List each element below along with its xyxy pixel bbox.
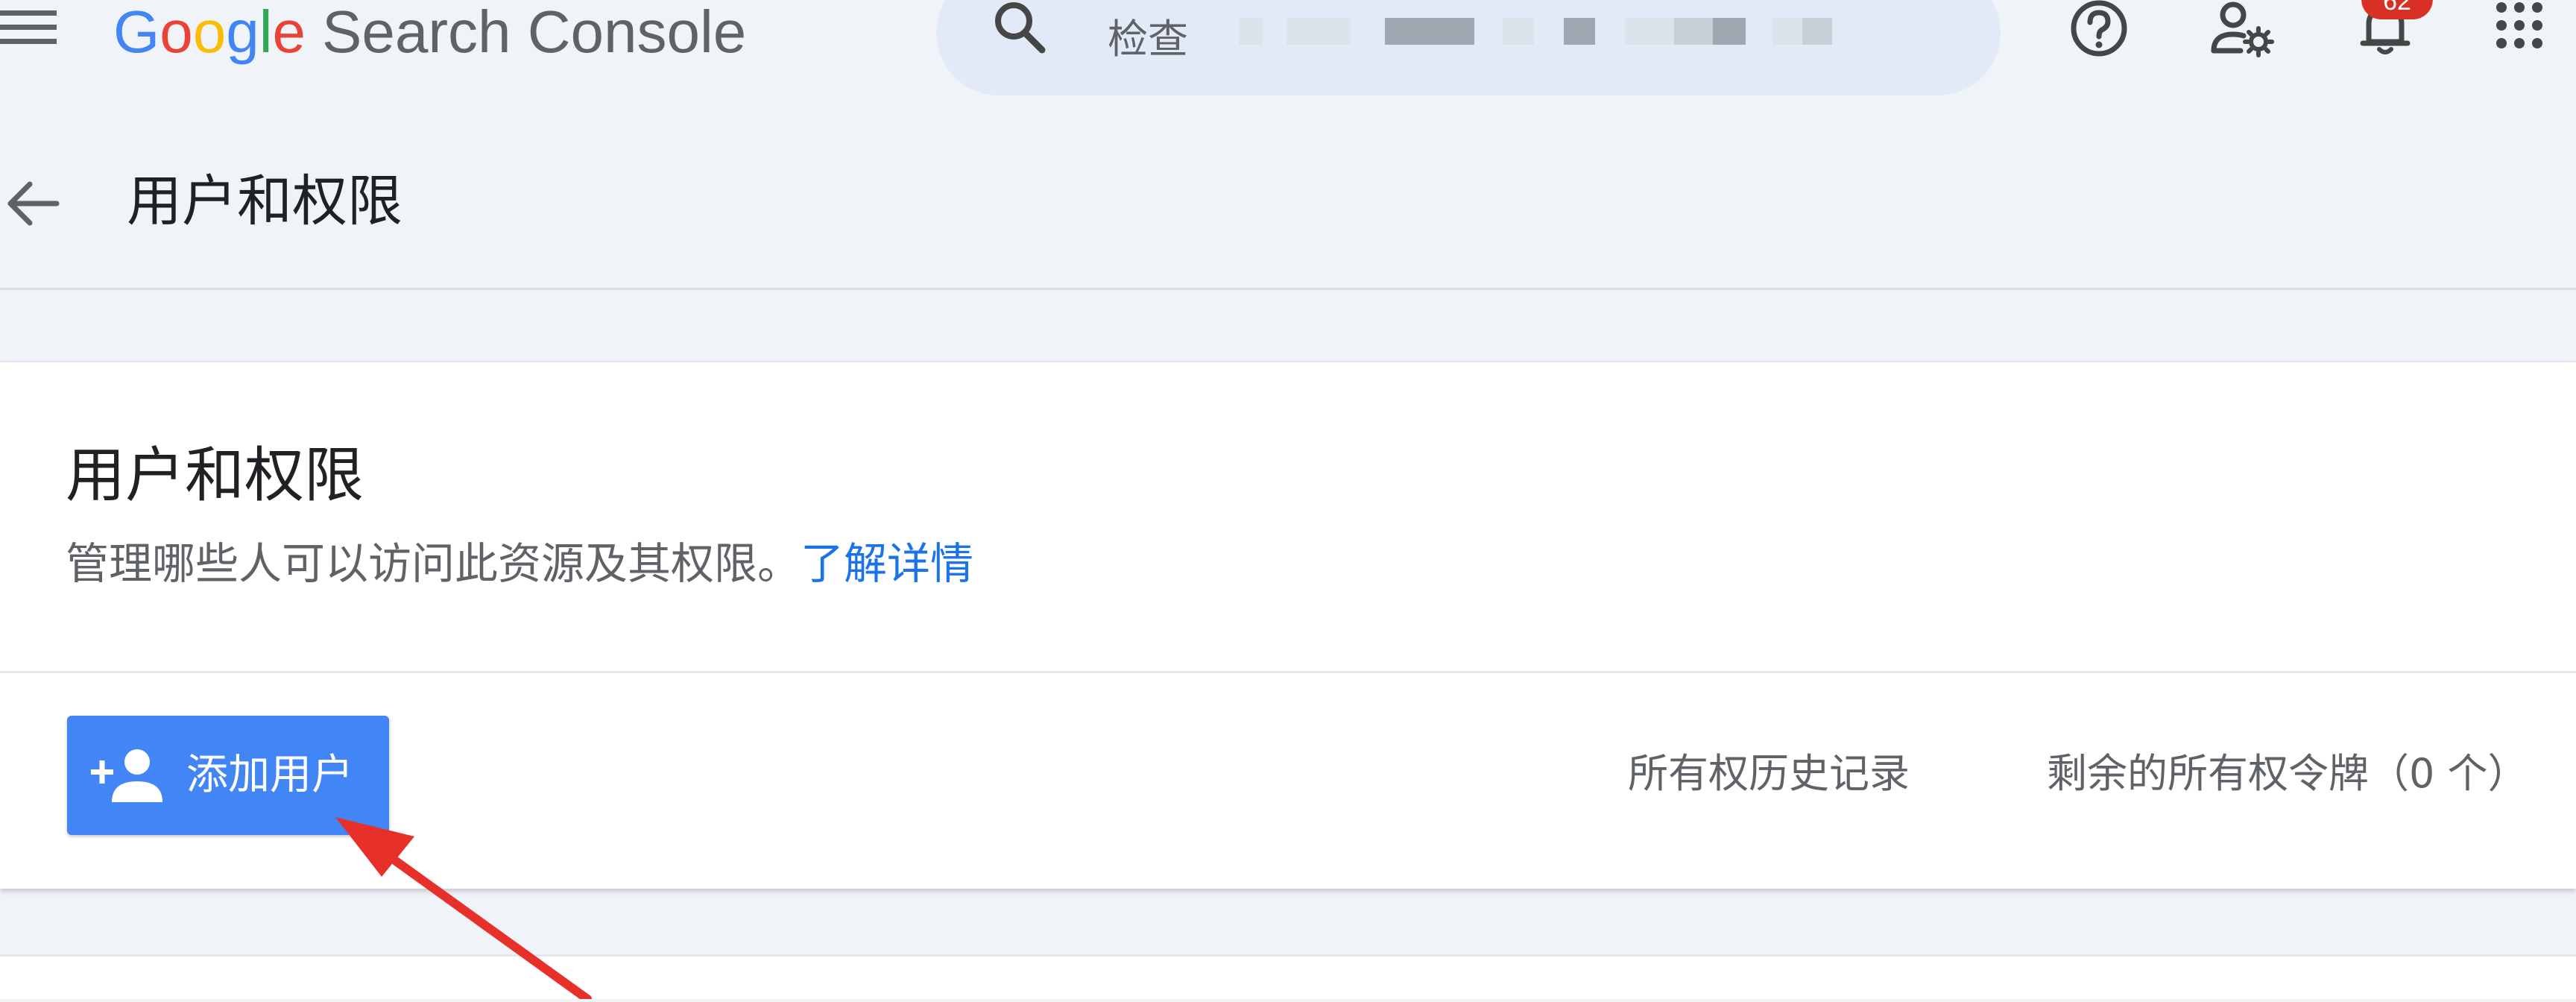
card-divider [0,671,2576,673]
arrow-back-icon[interactable] [4,177,64,230]
blurred-url-segment [1713,18,1746,45]
search-icon[interactable] [990,0,1052,55]
search-bar[interactable] [936,0,2001,95]
user-settings-icon[interactable] [2211,0,2274,60]
ownership-history-link[interactable]: 所有权历史记录 [1628,750,1910,798]
add-user-button[interactable]: 添加用户 [67,716,389,835]
blurred-url-segment [1772,18,1802,45]
blurred-url-segment [1564,18,1595,45]
page-title: 用户和权限 [127,169,402,233]
person-add-icon [91,747,162,804]
blurred-url-segment [1385,18,1474,45]
blurred-url-segment [1674,18,1713,45]
learn-more-link[interactable]: 了解详情 [801,538,973,589]
notification-count-badge: 62 [2361,0,2433,19]
card-description: 管理哪些人可以访问此资源及其权限。了解详情 [66,538,973,590]
remaining-ownership-tokens: 剩余的所有权令牌（0 个） [2047,750,2528,797]
card-description-text: 管理哪些人可以访问此资源及其权限。 [66,538,801,589]
apps-grid-icon[interactable] [2493,0,2555,60]
help-circle-icon[interactable] [2068,0,2130,60]
blurred-url-segment [1625,18,1674,45]
card-title: 用户和权限 [66,441,364,510]
users-permissions-card: 用户和权限 管理哪些人可以访问此资源及其权限。了解详情 添加用户 所有权历史记录… [0,361,2576,889]
add-user-label: 添加用户 [186,751,353,798]
top-bar: Google Search Console 检查 62 [0,0,2576,100]
google-logo-text: Google [113,0,306,65]
blurred-url-segment [1802,18,1832,45]
google-search-console-logo[interactable]: Google Search Console [113,0,746,64]
blurred-url-segment [1239,18,1263,45]
blurred-url-segment [1503,18,1534,45]
lower-panel [0,957,2576,999]
product-name: Search Console [322,0,747,65]
search-input-label[interactable]: 检查 [1108,6,1188,65]
hamburger-menu-icon[interactable] [0,1,60,54]
blurred-url-segment [1287,18,1351,45]
header-divider [0,288,2576,290]
